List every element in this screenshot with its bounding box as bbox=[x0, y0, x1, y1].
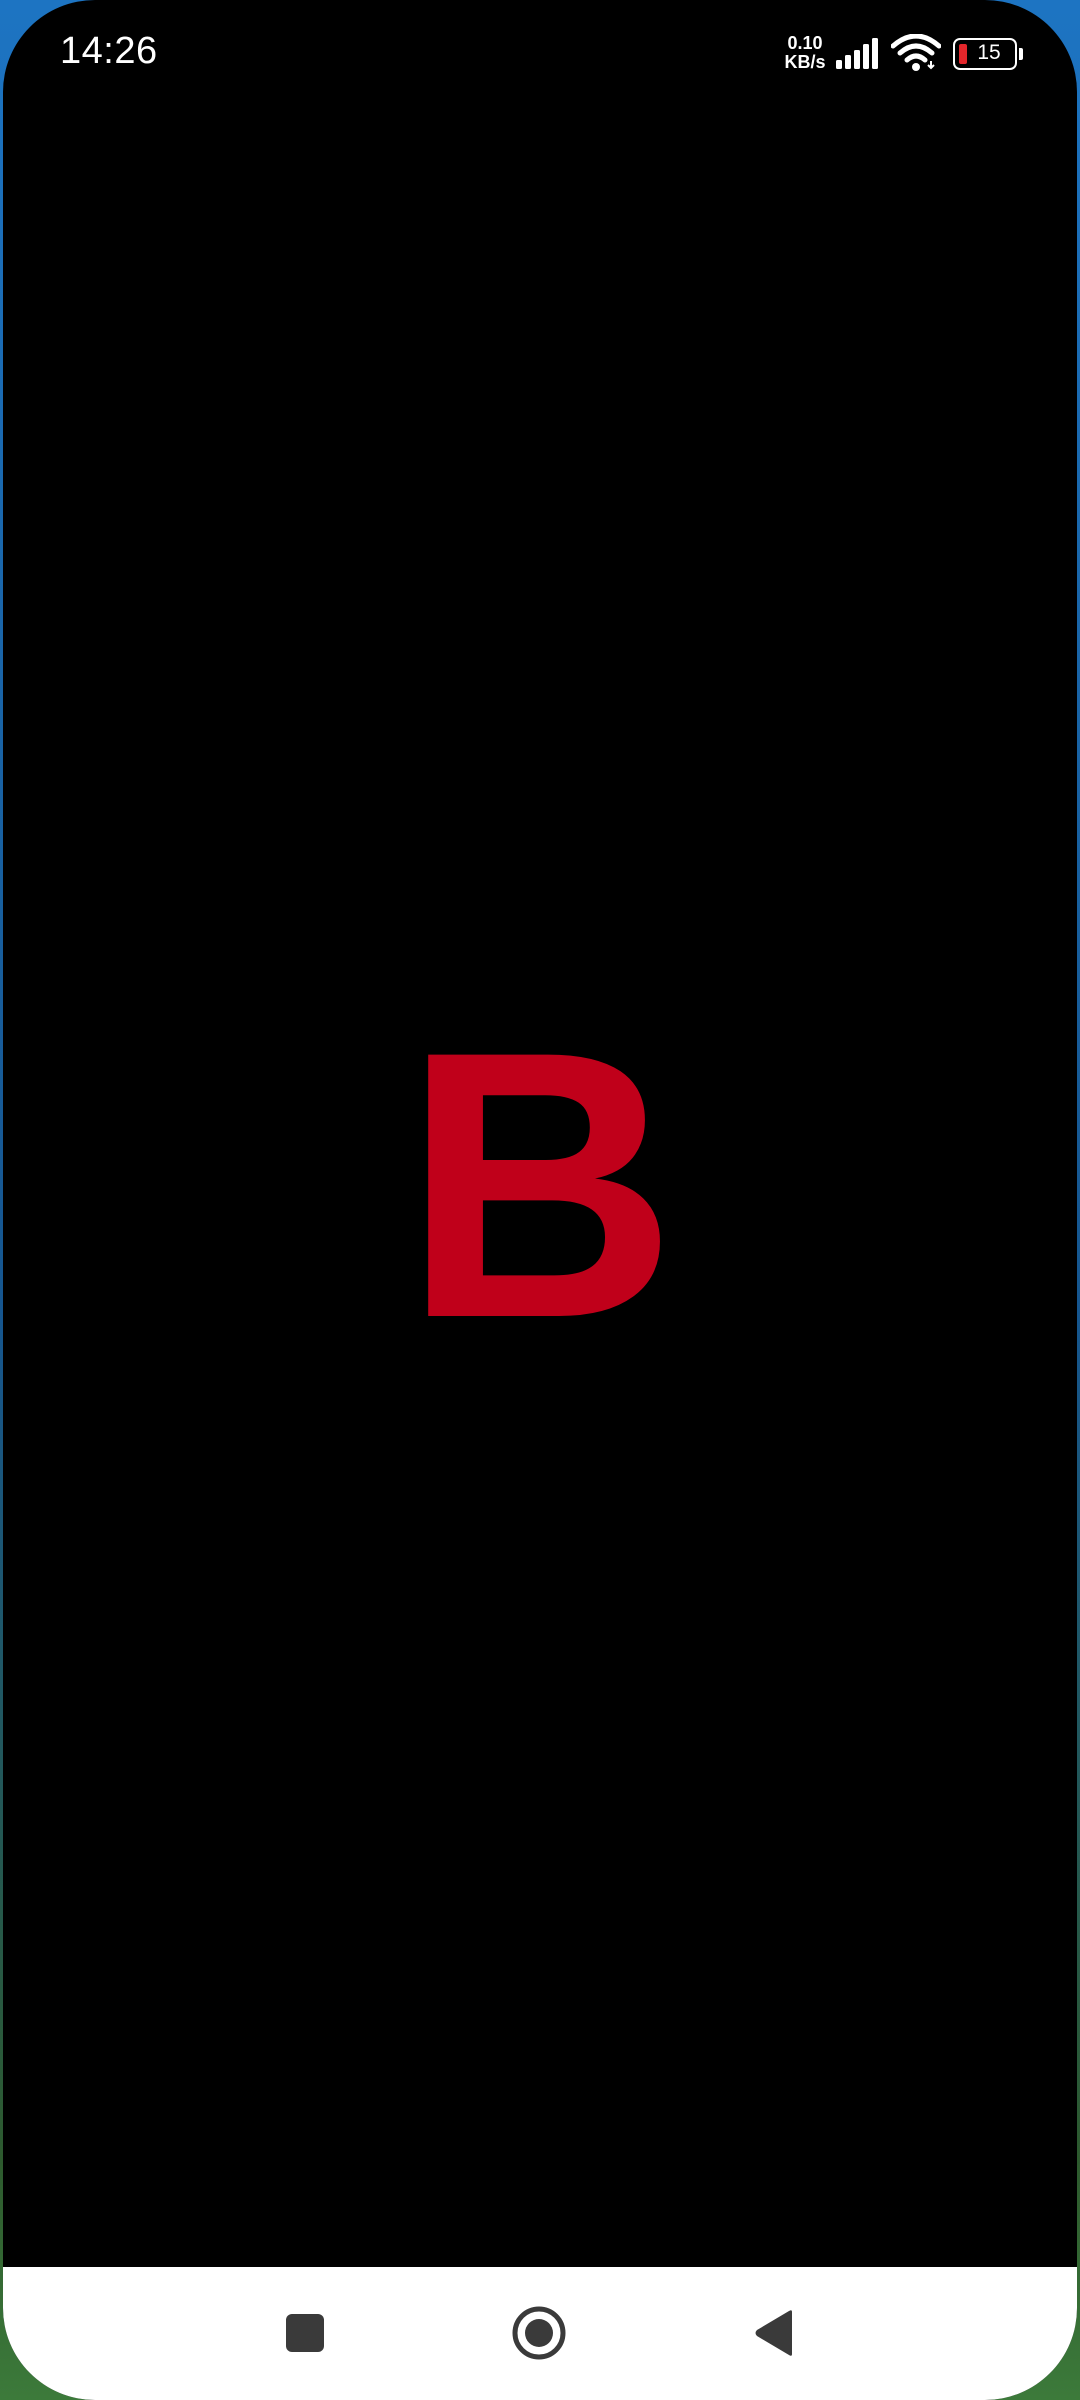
back-button[interactable] bbox=[738, 2297, 810, 2369]
network-speed-value: 0.10 bbox=[787, 33, 823, 53]
battery-fill bbox=[959, 44, 967, 64]
battery-level: 15 bbox=[977, 41, 1001, 64]
square-recents-icon bbox=[286, 2314, 324, 2352]
cellular-signal-icon bbox=[836, 38, 878, 69]
status-clock: 14:26 bbox=[60, 30, 158, 72]
triangle-back-icon bbox=[755, 2310, 792, 2356]
recents-button[interactable] bbox=[269, 2297, 341, 2369]
app-screen: 14:26 0.10 KB/s 15 B bbox=[3, 0, 1077, 2400]
network-speed: 0.10 KB/s bbox=[779, 34, 831, 72]
network-speed-unit: KB/s bbox=[784, 52, 826, 72]
navigation-bar bbox=[3, 2267, 1077, 2400]
battery-low-icon: 15 bbox=[953, 38, 1023, 70]
battery-cap bbox=[1019, 48, 1023, 60]
circle-home-icon bbox=[512, 2306, 566, 2360]
wifi-icon bbox=[891, 34, 941, 71]
splash-logo: B bbox=[402, 972, 678, 1397]
status-bar: 14:26 0.10 KB/s 15 bbox=[3, 0, 1077, 110]
home-button[interactable] bbox=[503, 2297, 575, 2369]
